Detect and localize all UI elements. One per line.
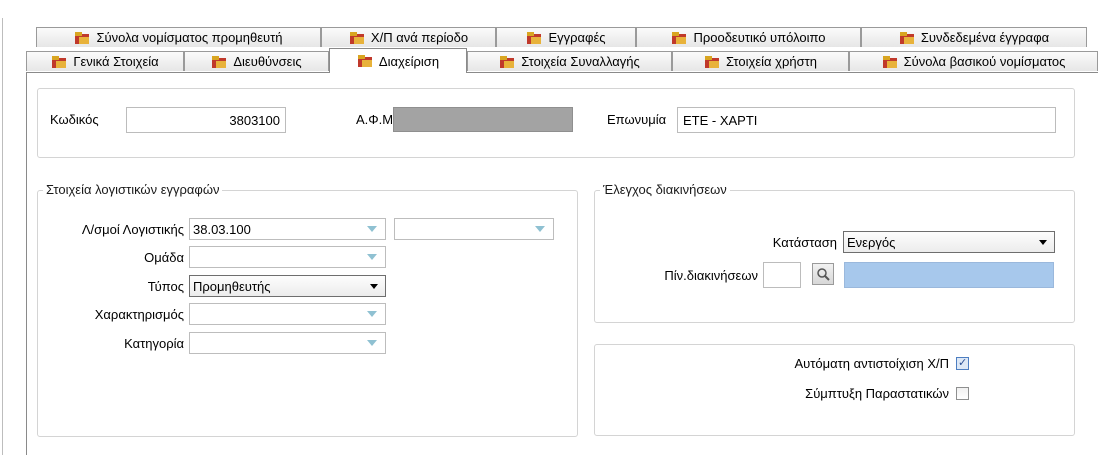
accounts-label: Λ/σμοί Λογιστικής [81, 222, 184, 237]
tab-user-details[interactable]: Στοιχεία χρήστη [672, 51, 849, 71]
movement-table-label: Πίν.διακινήσεων [664, 268, 758, 283]
characterization-label: Χαρακτηρισμός [94, 307, 184, 322]
type-label: Τύπος [147, 279, 184, 294]
auto-match-label: Αυτόματη αντιστοίχιση Χ/Π [794, 356, 949, 371]
folder-icon [526, 31, 542, 45]
group-label: Ομάδα [144, 250, 184, 265]
tab-progressive-balance[interactable]: Προοδευτικό υπόλοιπο [636, 27, 861, 47]
magnifier-icon [817, 268, 830, 281]
dropdown-arrow-icon [367, 340, 377, 346]
folder-icon [51, 55, 67, 69]
dropdown-arrow-icon [1039, 240, 1047, 245]
dropdown-arrow-icon [367, 226, 377, 232]
tab-general[interactable]: Γενικά Στοιχεία [26, 51, 184, 71]
folder-icon [671, 31, 687, 45]
tab-supplier-currency-totals[interactable]: Σύνολα νομίσματος προμηθευτή [36, 27, 321, 47]
dropdown-arrow-icon [535, 226, 545, 232]
category-label: Κατηγορία [124, 336, 184, 351]
clearing-legend: Έλεγχος διακινήσεων [600, 182, 730, 197]
code-field[interactable]: 3803100 [126, 107, 286, 133]
tab-debit-credit-per-period[interactable]: Χ/Π ανά περίοδο [321, 27, 496, 47]
tab-management[interactable]: Διαχείριση [329, 48, 467, 73]
category-combo[interactable] [189, 332, 386, 354]
accounting-legend: Στοιχεία λογιστικών εγγραφών [43, 182, 223, 197]
window-left-border [2, 18, 3, 455]
compress-docs-checkbox[interactable] [956, 387, 969, 400]
movement-table-description [844, 262, 1054, 288]
folder-icon [349, 31, 365, 45]
folder-icon [882, 55, 898, 69]
name-field[interactable]: ΕΤΕ - ΧΑΡΤΙ [677, 107, 1056, 133]
folder-icon [899, 31, 915, 45]
type-select[interactable]: Προμηθευτής [189, 275, 386, 297]
tab-entries[interactable]: Εγγραφές [496, 27, 636, 47]
name-label: Επωνυμία [607, 112, 667, 127]
dropdown-arrow-icon [367, 254, 377, 260]
management-tab-page: Κωδικός 3803100 Α.Φ.Μ Επωνυμία ΕΤΕ - ΧΑΡ… [26, 72, 1098, 455]
folder-icon [499, 55, 515, 69]
clearing-control-panel: Έλεγχος διακινήσεων Κατάσταση Ενεργός Πί… [594, 182, 1075, 323]
auto-match-checkbox[interactable]: ✓ [956, 357, 969, 370]
accounting-panel: Στοιχεία λογιστικών εγγραφών Λ/σμοί Λογι… [37, 182, 578, 437]
dropdown-arrow-icon [370, 284, 378, 289]
check-icon: ✓ [958, 357, 968, 369]
folder-icon [357, 54, 373, 68]
tab-base-currency-totals[interactable]: Σύνολα βασικού νομίσματος [849, 51, 1098, 71]
accounts-combo-2[interactable] [394, 218, 554, 240]
header-panel: Κωδικός 3803100 Α.Φ.Μ Επωνυμία ΕΤΕ - ΧΑΡ… [37, 88, 1075, 158]
tab-addresses[interactable]: Διευθύνσεις [184, 51, 329, 71]
tab-transaction-details[interactable]: Στοιχεία Συναλλαγής [467, 51, 672, 71]
vat-field-redacted[interactable] [393, 107, 573, 132]
movement-table-field[interactable] [763, 262, 801, 288]
compress-docs-label: Σύμπτυξη Παραστατικών [805, 386, 949, 401]
status-label: Κατάσταση [772, 235, 837, 250]
characterization-combo[interactable] [189, 303, 386, 325]
accounts-combo[interactable]: 38.03.100 [189, 218, 386, 240]
dropdown-arrow-icon [367, 311, 377, 317]
folder-icon [211, 55, 227, 69]
group-combo[interactable] [189, 246, 386, 268]
tab-linked-documents[interactable]: Συνδεδεμένα έγγραφα [861, 27, 1087, 47]
vat-label: Α.Φ.Μ [356, 112, 394, 127]
code-label: Κωδικός [50, 112, 99, 127]
status-select[interactable]: Ενεργός [843, 231, 1055, 253]
options-panel: Αυτόματη αντιστοίχιση Χ/Π ✓ Σύμπτυξη Παρ… [594, 344, 1075, 436]
folder-icon [704, 55, 720, 69]
folder-icon [74, 31, 90, 45]
lookup-button[interactable] [812, 263, 834, 285]
